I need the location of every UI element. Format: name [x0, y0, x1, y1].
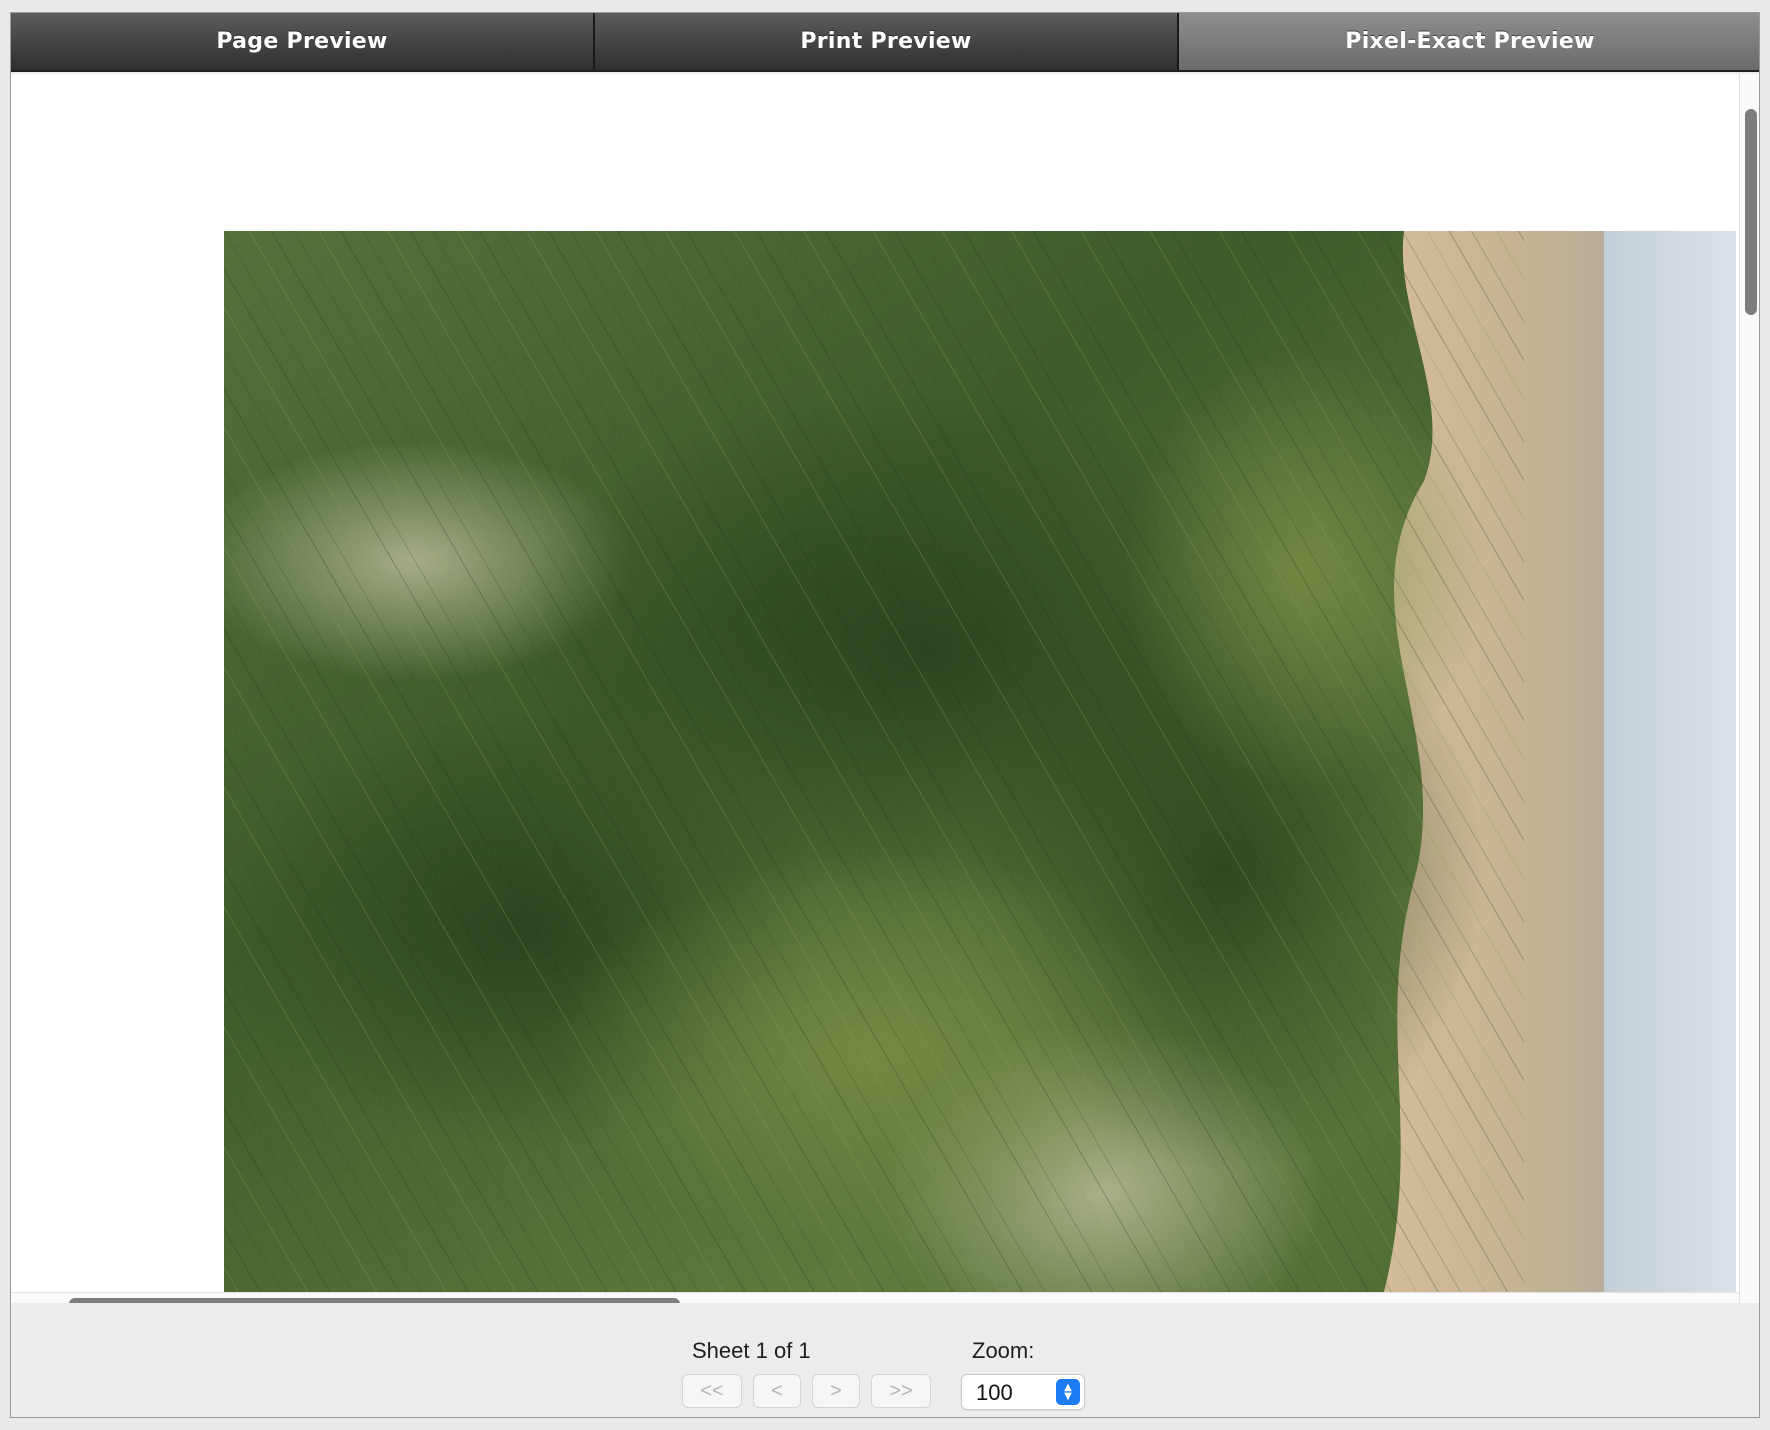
- sheet-counter: Sheet 1 of 1: [692, 1338, 811, 1363]
- vertical-scroll-thumb[interactable]: [1745, 109, 1757, 315]
- tab-label: Pixel‑Exact Preview: [1345, 29, 1595, 54]
- horizontal-scrollbar[interactable]: [11, 1292, 1739, 1303]
- first-sheet-button[interactable]: <<: [682, 1374, 742, 1408]
- zoom-label: Zoom:: [972, 1338, 1035, 1363]
- tab-print-preview[interactable]: Print Preview: [595, 13, 1179, 70]
- vertical-scrollbar[interactable]: [1739, 74, 1759, 1303]
- tab-pixel-exact-preview[interactable]: Pixel‑Exact Preview: [1179, 13, 1759, 70]
- preview-photo: [224, 231, 1736, 1292]
- tab-label: Page Preview: [216, 29, 388, 54]
- preview-canvas: [11, 74, 1759, 1303]
- preview-window: Page Preview Print Preview Pixel‑Exact P…: [10, 12, 1760, 1418]
- preview-tabbar: Page Preview Print Preview Pixel‑Exact P…: [11, 13, 1759, 72]
- last-sheet-button[interactable]: >>: [871, 1374, 931, 1408]
- zoom-stepper-arrows-icon[interactable]: ▲ ▼: [1056, 1379, 1080, 1405]
- previous-sheet-button[interactable]: <: [753, 1374, 801, 1408]
- tab-label: Print Preview: [800, 29, 972, 54]
- zoom-value[interactable]: 100: [976, 1380, 1013, 1406]
- preview-footer: Sheet 1 of 1 Zoom: << < > >> 100 ▲ ▼: [11, 1303, 1759, 1417]
- zoom-stepper-field[interactable]: 100 ▲ ▼: [961, 1374, 1085, 1410]
- next-sheet-button[interactable]: >: [812, 1374, 860, 1408]
- landscape-photo: [224, 231, 1736, 1292]
- tab-page-preview[interactable]: Page Preview: [11, 13, 595, 70]
